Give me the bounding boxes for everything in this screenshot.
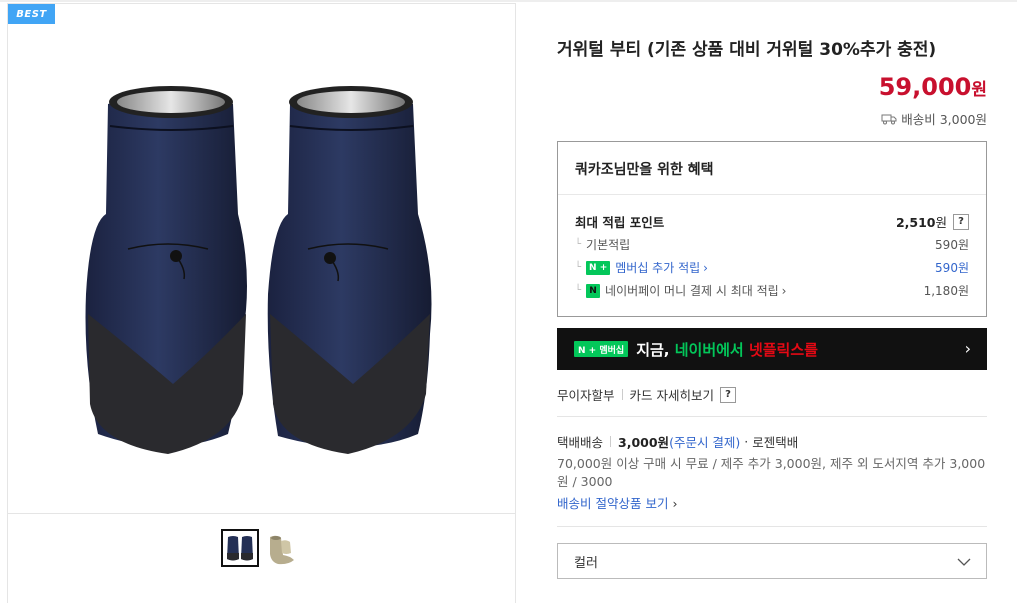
payment-options-row: 무이자할부 카드 자세히보기 ? (557, 385, 736, 404)
chevron-right-icon: › (781, 283, 787, 298)
benefit-box: 쿼카조님만을 위한 혜택 최대 적립 포인트 2,510원 ? └ 기본적립 5… (557, 141, 987, 317)
delivery-description: 70,000원 이상 구매 시 무료 / 제주 추가 3,000원, 제주 외 … (557, 456, 986, 489)
price-unit: 원 (971, 80, 987, 100)
tree-connector-icon: └ (575, 239, 582, 250)
benefit-basic-label: 기본적립 (586, 238, 631, 252)
delivery-pay-note: (주문시 결제) (669, 435, 741, 450)
max-points-number: 2,510 (895, 215, 936, 230)
max-points-help-button[interactable]: ? (953, 213, 969, 230)
installment-label: 무이자할부 (557, 388, 615, 403)
benefit-basic-value: 590원 (935, 238, 969, 252)
benefit-row-basic: └ 기본적립 590원 (575, 236, 969, 253)
naver-plus-badge-icon: N + (586, 260, 611, 275)
price-value: 59,000 (878, 73, 972, 101)
benefit-title: 쿼카조님만을 위한 혜택 (575, 162, 714, 178)
color-select-label: 컬러 (574, 555, 598, 571)
product-price: 59,000원 (879, 73, 987, 101)
benefit-divider (558, 194, 986, 195)
benefit-membership-value: 590원 (935, 261, 969, 275)
product-image-panel: BEST (7, 3, 516, 603)
delivery-row: 택배배송 3,000원 (주문시 결제) · 로젠택배 (557, 432, 798, 451)
benefit-naverpay-value: 1,180원 (923, 284, 969, 298)
right-boot-graphic (267, 86, 432, 454)
max-points-value: 2,510원 (896, 212, 947, 231)
delivery-method: 택배배송 (557, 435, 604, 450)
chevron-right-icon: › (964, 339, 971, 358)
delivery-courier: 로젠택배 (752, 435, 799, 450)
chevron-down-icon (957, 558, 971, 566)
benefit-row-membership[interactable]: └ N + 멤버십 추가 적립 › 590원 (575, 259, 969, 276)
color-option-select[interactable]: 컬러 (557, 543, 987, 579)
benefit-membership-label: 멤버십 추가 적립 (615, 261, 701, 275)
navy-boots-thumbnail-icon (223, 531, 257, 565)
section-divider (557, 416, 987, 417)
best-badge: BEST (8, 4, 55, 24)
max-points-label: 최대 적립 포인트 (575, 215, 665, 230)
naverpay-badge-icon: N (586, 283, 601, 298)
divider (610, 436, 612, 447)
shipping-fee: 배송비 3,000원 (881, 109, 987, 128)
chevron-right-icon: › (672, 496, 678, 511)
thumbnail-beige-boots[interactable] (266, 529, 304, 567)
main-product-image[interactable] (68, 64, 468, 484)
card-details-link[interactable]: 카드 자세히보기 (630, 385, 714, 404)
delivery-price: 3,000원 (618, 435, 670, 450)
promo-text-now: 지금, (636, 340, 675, 359)
benefit-naverpay-label: 네이버페이 머니 결제 시 최대 적립 (605, 284, 779, 298)
promo-text-naver: 네이버에서 (674, 340, 749, 359)
max-points-row: 최대 적립 포인트 2,510원 ? (575, 212, 969, 231)
shipping-save-link[interactable]: 배송비 절약상품 보기 › (557, 493, 677, 512)
max-points-unit: 원 (935, 215, 947, 230)
divider (621, 389, 623, 400)
section-divider (557, 526, 987, 527)
thumbnail-divider (8, 513, 515, 514)
thumbnail-navy-boots[interactable] (221, 529, 259, 567)
beige-boots-thumbnail-icon (270, 535, 294, 565)
shipping-fee-text: 배송비 3,000원 (901, 112, 987, 127)
netflix-promo-banner[interactable]: N + 멤버십 지금, 네이버에서 넷플릭스를 › (557, 328, 987, 370)
benefit-row-naverpay[interactable]: └ N 네이버페이 머니 결제 시 최대 적립 › 1,180원 (575, 282, 969, 299)
truck-icon (881, 114, 897, 124)
shipping-save-link-text: 배송비 절약상품 보기 (557, 496, 669, 511)
tree-connector-icon: └ (575, 262, 582, 273)
tree-connector-icon: └ (575, 285, 582, 296)
card-help-button[interactable]: ? (720, 386, 736, 403)
left-boot-graphic (85, 86, 247, 454)
promo-text-netflix: 넷플릭스를 (748, 340, 818, 359)
separator-dot: · (744, 434, 749, 449)
chevron-right-icon: › (703, 260, 708, 275)
naver-membership-badge-icon: N + 멤버십 (574, 341, 629, 357)
product-title: 거위털 부티 (기존 상품 대비 거위털 30%추가 충전) (557, 40, 937, 60)
promo-text: 지금, 네이버에서 넷플릭스를 (636, 339, 818, 360)
page-top-border (0, 0, 1017, 2)
